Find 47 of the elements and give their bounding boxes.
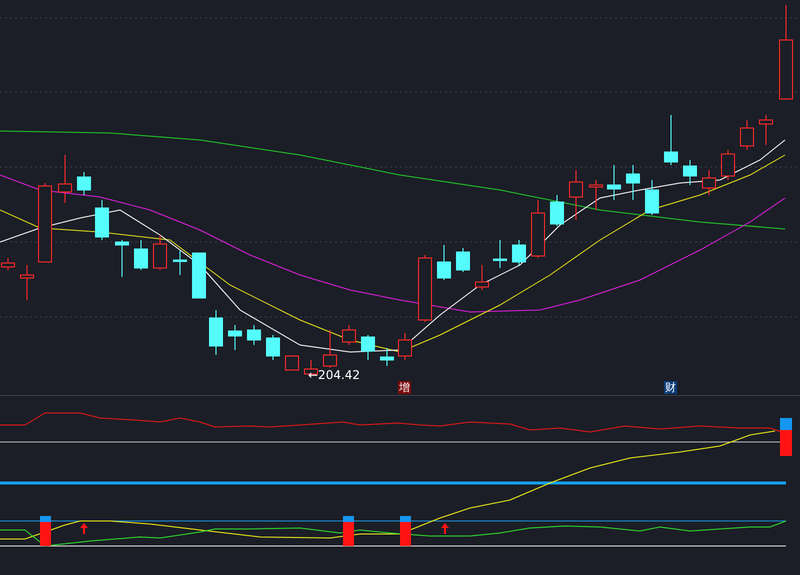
candlestick xyxy=(134,240,148,270)
candlestick xyxy=(589,180,603,210)
up-arrow-icon xyxy=(80,523,88,534)
candlestick xyxy=(323,330,337,368)
candlestick xyxy=(342,324,356,346)
candlestick xyxy=(683,160,697,186)
candlestick xyxy=(721,150,735,180)
candlestick xyxy=(512,240,526,266)
candlestick xyxy=(550,194,564,226)
candlestick xyxy=(58,154,72,204)
candlestick xyxy=(569,170,583,220)
candlestick xyxy=(115,240,129,278)
signal-bar xyxy=(40,516,51,546)
candlestick xyxy=(228,324,242,350)
candlestick xyxy=(645,180,659,216)
candlestick xyxy=(740,120,754,150)
candlestick xyxy=(456,248,470,272)
signal-bar xyxy=(400,516,411,546)
candlestick xyxy=(20,264,34,300)
candlestick xyxy=(437,244,451,280)
candlestick xyxy=(475,264,489,290)
candlestick xyxy=(418,254,432,322)
candlestick xyxy=(664,114,678,166)
candlestick xyxy=(153,234,167,270)
low-price-label: ←204.42 xyxy=(308,368,360,382)
candlestick xyxy=(247,324,261,346)
candlestick xyxy=(607,164,621,200)
signal-bar xyxy=(780,418,792,456)
candlestick xyxy=(759,114,773,146)
candlestick xyxy=(209,310,223,356)
candlestick xyxy=(95,200,109,240)
signal-bar xyxy=(343,516,354,546)
event-marker: 增 xyxy=(398,381,411,394)
candlestick xyxy=(531,200,545,258)
candlestick xyxy=(380,348,394,366)
candlestick xyxy=(285,356,299,370)
up-arrow-icon xyxy=(441,523,449,534)
candlestick xyxy=(77,172,91,196)
event-marker: 财 xyxy=(664,381,677,394)
candlestick xyxy=(493,240,507,268)
candlestick xyxy=(192,252,206,298)
candlestick xyxy=(626,164,640,200)
candlestick xyxy=(173,250,187,276)
candlestick xyxy=(361,334,375,360)
candlestick xyxy=(398,332,412,360)
candlestick xyxy=(266,334,280,360)
candlestick xyxy=(702,170,716,196)
